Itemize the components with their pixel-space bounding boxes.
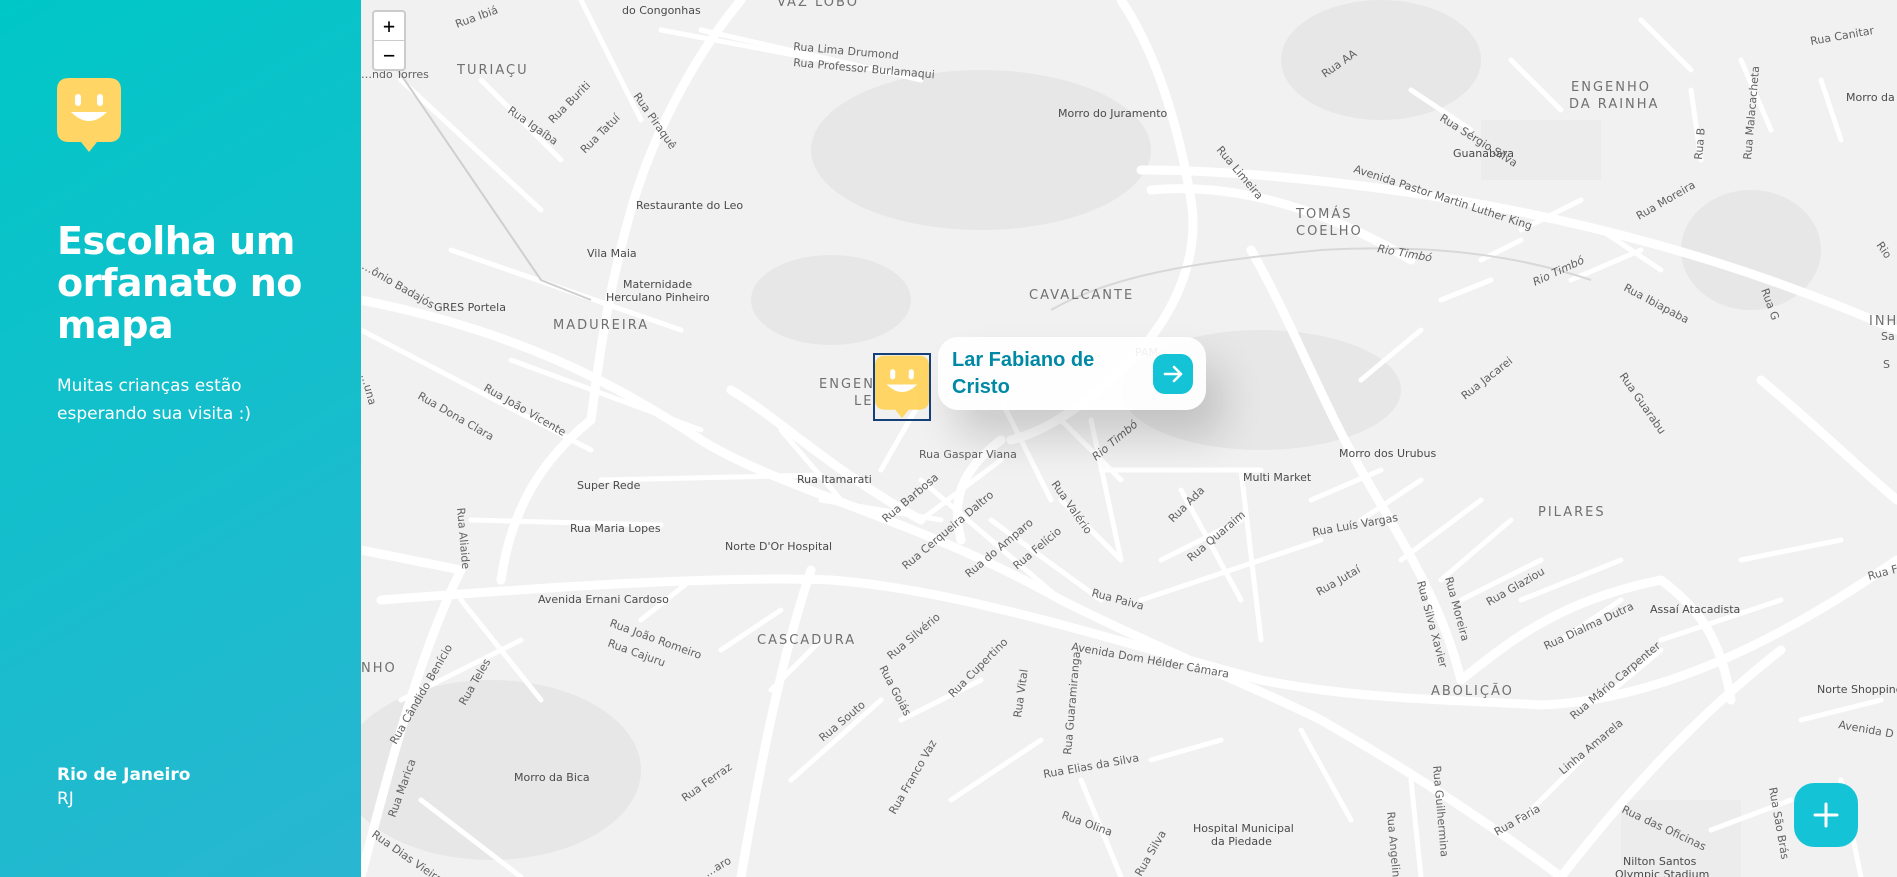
district-label: CAVALCANTE: [1029, 288, 1134, 303]
district-label: TOMÁS: [1295, 206, 1353, 222]
orphanage-details-button[interactable]: [1153, 354, 1193, 394]
street-label: Multi Market: [1243, 471, 1312, 484]
add-orphanage-button[interactable]: [1794, 783, 1858, 847]
street-label: Rua Itamarati: [797, 473, 872, 486]
orphanage-map-marker[interactable]: [873, 353, 931, 421]
street-label: da Piedade: [1211, 835, 1272, 848]
street-label: Rua Gaspar Viana: [919, 448, 1017, 461]
street-label: Morro dos Urubus: [1339, 447, 1436, 460]
district-label: ENGENHO: [1571, 80, 1651, 95]
street-label: Olympic Stadium: [1615, 868, 1709, 877]
zoom-out-button[interactable]: −: [374, 41, 404, 69]
street-label: Hospital Municipal: [1193, 822, 1294, 835]
street-label: Restaurante do Leo: [636, 199, 743, 212]
district-label: VAZ LOBO: [777, 0, 859, 10]
district-label: NHO: [361, 661, 397, 676]
district-label: TURIAÇU: [456, 63, 529, 78]
orphanage-name: Lar Fabiano de Cristo: [952, 349, 1095, 398]
street-label: GRES Portela: [434, 301, 506, 314]
street-label: do Congonhas: [622, 4, 701, 17]
district-label: COELHO: [1296, 224, 1363, 239]
street-label: Norte D'Or Hospital: [725, 540, 832, 553]
street-label: Super Rede: [577, 479, 641, 492]
district-label: DA RAINHA: [1569, 97, 1659, 112]
location-city: Rio de Janeiro: [57, 765, 191, 785]
district-label: CASCADURA: [757, 633, 856, 648]
page-subtitle: Muitas crianças estão esperando sua visi…: [57, 376, 252, 424]
street-label: Norte Shopping: [1817, 683, 1897, 696]
map[interactable]: TURIAÇU MADUREIRA CAVALCANTE ENGENHO DA …: [361, 0, 1897, 877]
street-label: Herculano Pinheiro: [606, 291, 710, 304]
street-label: Vila Maia: [587, 247, 637, 260]
zoom-in-button[interactable]: +: [374, 12, 404, 41]
district-label: LE: [854, 394, 873, 409]
street-label: Morro do Juramento: [1058, 107, 1168, 120]
street-label: Assaí Atacadista: [1650, 603, 1740, 616]
street-label: Morro da Bica: [514, 771, 590, 784]
street-label: Morro da: [1846, 91, 1895, 104]
location-state: RJ: [57, 789, 74, 809]
district-label: PILARES: [1538, 505, 1606, 520]
page-title: Escolha um orfanato no mapa: [57, 219, 302, 347]
district-label: ENGEN: [819, 377, 875, 392]
street-label: Rua B: [1692, 127, 1708, 160]
map-marker-smiley-icon: [875, 355, 929, 419]
location: Rio de Janeiro RJ: [57, 763, 190, 811]
street-label: Nilton Santos: [1623, 855, 1697, 868]
district-label: MADUREIRA: [553, 318, 649, 333]
orphanage-popup: Lar Fabiano de Cristo: [938, 337, 1206, 410]
street-label: Avenida Ernani Cardoso: [538, 593, 669, 606]
map-tiles[interactable]: TURIAÇU MADUREIRA CAVALCANTE ENGENHO DA …: [361, 0, 1897, 877]
street-label: S: [1883, 358, 1890, 371]
district-label: ABOLIÇÃO: [1431, 683, 1514, 699]
logo-smiley-icon: [57, 78, 121, 152]
zoom-control: + −: [372, 10, 406, 71]
plus-icon: [1813, 802, 1839, 828]
sidebar: Escolha um orfanato no mapa Muitas crian…: [0, 0, 361, 877]
district-label: INHAÚ: [1869, 313, 1897, 329]
street-label: Sa: [1881, 330, 1895, 343]
arrow-right-icon: [1163, 365, 1183, 383]
street-label: Rua Maria Lopes: [570, 522, 661, 535]
street-label: Maternidade: [623, 278, 692, 291]
